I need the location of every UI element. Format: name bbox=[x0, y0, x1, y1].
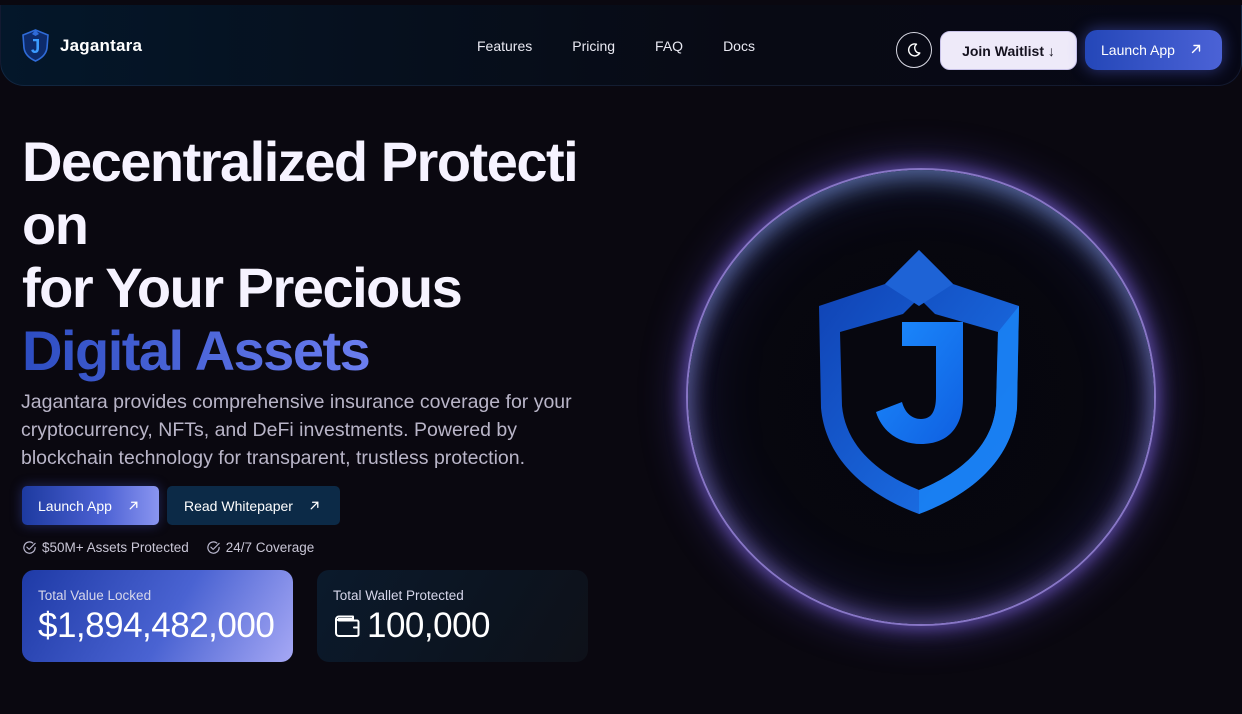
theme-toggle-button[interactable] bbox=[896, 32, 932, 68]
badge-assets-protected: $50M+ Assets Protected bbox=[22, 540, 189, 555]
moon-icon bbox=[907, 43, 921, 57]
brand[interactable]: Jagantara bbox=[22, 29, 142, 62]
arrow-up-right-icon bbox=[1191, 44, 1201, 54]
hero-title-line-1: Decentralized Protecti bbox=[22, 130, 579, 193]
shield-logo-icon bbox=[22, 29, 49, 62]
badge-label: $50M+ Assets Protected bbox=[42, 540, 189, 555]
read-whitepaper-label: Read Whitepaper bbox=[184, 497, 293, 514]
wallet-value-row: 100,000 bbox=[333, 606, 588, 646]
nav-link-pricing[interactable]: Pricing bbox=[572, 38, 615, 54]
arrow-up-right-icon bbox=[310, 501, 319, 510]
join-waitlist-button[interactable]: Join Waitlist ↓ bbox=[940, 31, 1077, 70]
tvl-value: $1,894,482,000 bbox=[38, 606, 275, 645]
arrow-up-right-icon bbox=[129, 501, 138, 510]
brand-name: Jagantara bbox=[60, 35, 143, 55]
read-whitepaper-button[interactable]: Read Whitepaper bbox=[167, 486, 340, 525]
launch-app-label: Launch App bbox=[38, 497, 112, 514]
hero-description: Jagantara provides comprehensive insuran… bbox=[21, 391, 572, 469]
stat-card-wallets: Total Wallet Protected 100,000 bbox=[317, 570, 588, 662]
wallet-value: 100,000 bbox=[367, 606, 491, 645]
check-circle-icon bbox=[207, 541, 220, 554]
trust-badges: $50M+ Assets Protected 24/7 Coverage bbox=[22, 540, 331, 555]
navbar: Jagantara Features Pricing FAQ Docs Join… bbox=[0, 5, 1242, 86]
stat-card-tvl: Total Value Locked $1,894,482,000 bbox=[22, 570, 293, 662]
hero-title: Decentralized Protecti on for Your Preci… bbox=[22, 130, 602, 382]
wallet-label: Total Wallet Protected bbox=[333, 588, 464, 603]
launch-app-button[interactable]: Launch App bbox=[22, 486, 159, 525]
tvl-label: Total Value Locked bbox=[38, 588, 152, 603]
badge-label: 24/7 Coverage bbox=[225, 540, 315, 555]
hero-title-accent: Digital Assets bbox=[22, 319, 602, 382]
shield-emblem-icon bbox=[819, 250, 1019, 514]
hero-title-line-3: for Your Precious bbox=[22, 256, 463, 319]
nav-link-docs[interactable]: Docs bbox=[723, 38, 755, 54]
check-circle-icon bbox=[23, 541, 36, 554]
badge-coverage: 24/7 Coverage bbox=[206, 540, 315, 555]
nav-link-features[interactable]: Features bbox=[477, 38, 532, 54]
nav-link-faq[interactable]: FAQ bbox=[655, 38, 683, 54]
hero-title-line-2: on bbox=[22, 193, 89, 256]
main-nav: Features Pricing FAQ Docs bbox=[477, 38, 795, 54]
wallet-icon bbox=[335, 615, 360, 637]
launch-app-nav-button[interactable]: Launch App bbox=[1085, 30, 1222, 70]
launch-app-label: Launch App bbox=[1101, 42, 1175, 58]
